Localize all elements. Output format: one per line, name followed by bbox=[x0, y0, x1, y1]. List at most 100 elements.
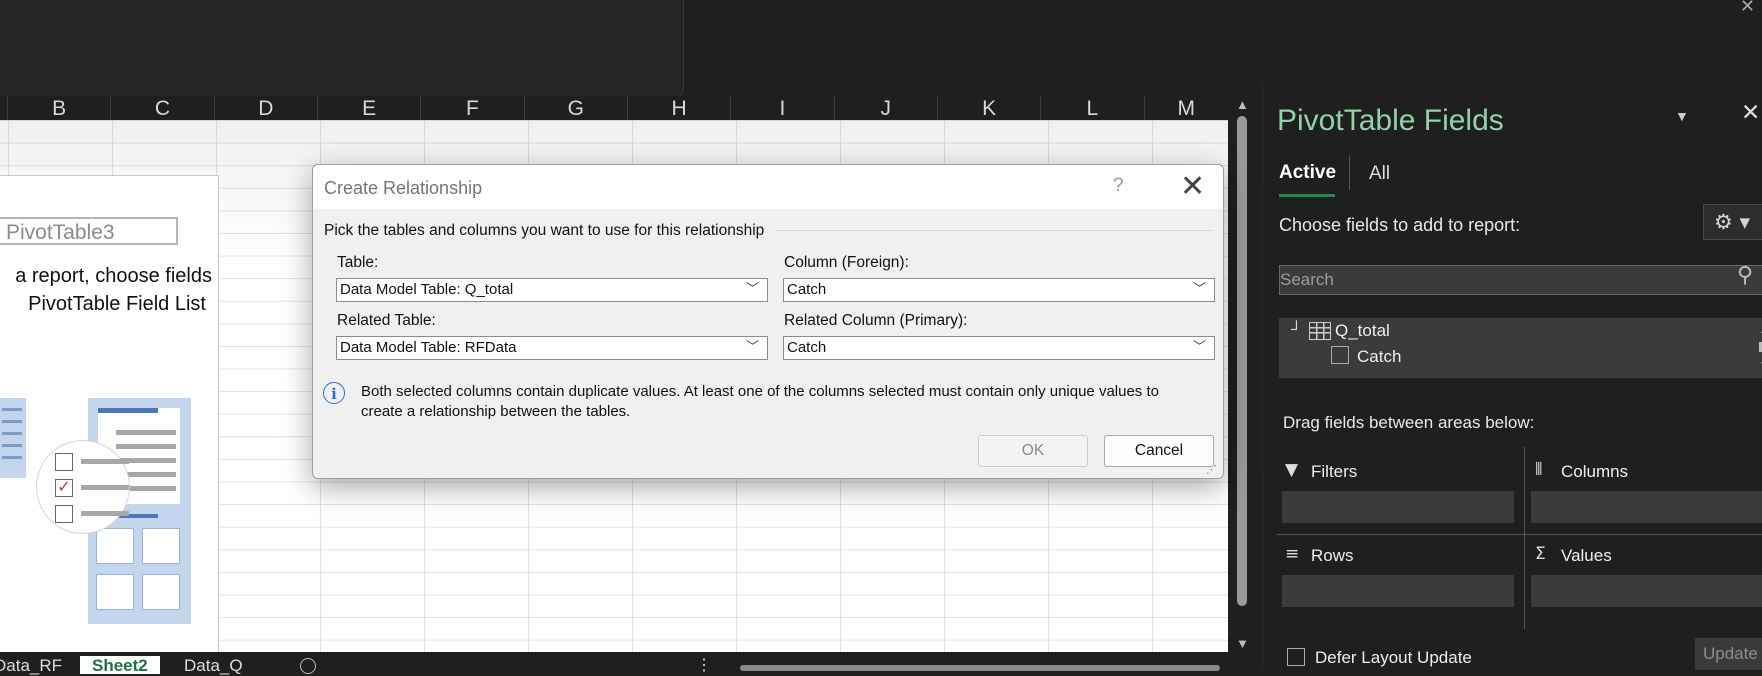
column-foreign-value: Catch bbox=[787, 281, 827, 298]
column-header-row: B C D E F G H I J K L M bbox=[0, 96, 1228, 120]
info-icon: i bbox=[323, 382, 345, 404]
illustration-line bbox=[2, 456, 22, 459]
tab-active[interactable]: Active bbox=[1279, 162, 1336, 184]
search-icon[interactable]: ⚲ bbox=[1737, 263, 1753, 288]
illustration-tile bbox=[142, 528, 180, 564]
cancel-button[interactable]: Cancel bbox=[1104, 435, 1214, 467]
table-select[interactable]: Data Model Table: Q_total ﹀ bbox=[336, 278, 768, 302]
illustration-tile bbox=[142, 574, 180, 610]
rows-area-label: Rows bbox=[1311, 546, 1354, 565]
scroll-up-icon[interactable]: ▲ bbox=[1236, 97, 1249, 112]
gear-icon[interactable]: ⚙ ▾ bbox=[1703, 204, 1762, 240]
illustration-line bbox=[2, 444, 22, 447]
column-header[interactable]: L bbox=[1041, 96, 1145, 120]
defer-layout-label: Defer Layout Update bbox=[1315, 648, 1472, 667]
related-table-value: Data Model Table: RFData bbox=[340, 339, 517, 356]
column-header[interactable]: M bbox=[1145, 96, 1228, 120]
active-tab-indicator bbox=[1279, 194, 1335, 197]
illustration-line bbox=[116, 444, 176, 449]
column-header[interactable]: E bbox=[318, 96, 422, 120]
add-sheet-icon[interactable] bbox=[300, 658, 316, 674]
filters-area-label: Filters bbox=[1311, 462, 1358, 481]
pivot-hint: PivotTable Field List bbox=[28, 293, 206, 315]
filters-drop-area[interactable] bbox=[1282, 491, 1514, 523]
column-header[interactable]: B bbox=[8, 96, 112, 120]
column-foreign-select[interactable]: Catch ﹀ bbox=[783, 278, 1215, 302]
ok-button[interactable]: OK bbox=[978, 435, 1088, 467]
close-icon[interactable]: ✕ bbox=[1741, 100, 1760, 126]
choose-fields-label: Choose fields to add to report: bbox=[1279, 215, 1521, 235]
filter-icon: ▼ bbox=[1285, 460, 1299, 480]
defer-layout-checkbox[interactable] bbox=[1287, 648, 1305, 666]
create-relationship-dialog: Create Relationship ? ✕ Pick the tables … bbox=[312, 164, 1224, 479]
illustration-line bbox=[2, 432, 22, 435]
close-icon[interactable]: ✕ bbox=[1740, 0, 1755, 17]
column-header[interactable]: F bbox=[421, 96, 525, 120]
related-table-select[interactable]: Data Model Table: RFData ﹀ bbox=[336, 336, 768, 360]
related-table-label: Related Table: bbox=[337, 312, 436, 329]
sheet-tab-data-rf[interactable]: Data_RF bbox=[0, 656, 62, 675]
table-label: Table: bbox=[337, 254, 379, 271]
field-name[interactable]: Catch bbox=[1357, 347, 1401, 367]
illustration-line bbox=[81, 485, 129, 490]
illustration-tile bbox=[96, 528, 134, 564]
divider bbox=[1277, 534, 1762, 535]
divider bbox=[1349, 156, 1350, 190]
column-header[interactable]: K bbox=[938, 96, 1042, 120]
dialog-message: Both selected columns contain duplicate … bbox=[361, 383, 1159, 420]
help-icon[interactable]: ? bbox=[1113, 175, 1124, 197]
horizontal-scrollbar[interactable] bbox=[740, 665, 1220, 671]
illustration-line bbox=[2, 408, 22, 411]
pane-options-icon[interactable]: ▼ bbox=[1675, 108, 1689, 124]
vertical-scrollbar-thumb[interactable] bbox=[1237, 116, 1247, 606]
pivot-hint: a report, choose fields bbox=[15, 265, 212, 287]
sheet-tab-sheet2[interactable]: Sheet2 bbox=[80, 656, 160, 675]
pane-title: PivotTable Fields bbox=[1277, 104, 1504, 137]
update-button[interactable]: Update bbox=[1695, 638, 1762, 670]
column-header[interactable]: D bbox=[215, 96, 318, 120]
chevron-down-icon: ﹀ bbox=[1192, 282, 1206, 297]
columns-drop-area[interactable] bbox=[1531, 491, 1762, 523]
column-header[interactable]: H bbox=[628, 96, 732, 120]
field-list: ┘ Q_total Catch ▲ ▼ bbox=[1279, 318, 1762, 378]
scroll-down-icon[interactable]: ▼ bbox=[1236, 636, 1249, 651]
close-icon[interactable]: ✕ bbox=[1180, 169, 1205, 204]
sheet-tab-data-q[interactable]: Data_Q bbox=[184, 656, 243, 675]
divider bbox=[1524, 447, 1525, 629]
table-name[interactable]: Q_total bbox=[1335, 321, 1390, 341]
sigma-icon: Σ bbox=[1535, 544, 1546, 564]
values-drop-area[interactable] bbox=[1531, 575, 1762, 607]
values-area-label: Values bbox=[1561, 546, 1612, 565]
column-header-a[interactable] bbox=[0, 96, 8, 120]
illustration-line bbox=[116, 430, 176, 435]
illustration-line bbox=[81, 459, 129, 464]
dialog-title: Create Relationship bbox=[324, 178, 483, 198]
pivot-illustration-left bbox=[0, 398, 26, 478]
more-options-icon[interactable]: ⋮ bbox=[696, 655, 712, 675]
column-header[interactable]: J bbox=[835, 96, 938, 120]
tab-all[interactable]: All bbox=[1369, 163, 1390, 185]
pivot-name-box: PivotTable3 bbox=[0, 217, 178, 245]
column-foreign-label: Column (Foreign): bbox=[784, 254, 909, 271]
column-header[interactable]: G bbox=[525, 96, 628, 120]
illustration-tile bbox=[96, 574, 134, 610]
table-icon bbox=[1309, 322, 1331, 340]
illustration-line bbox=[2, 420, 22, 423]
table-select-value: Data Model Table: Q_total bbox=[340, 281, 514, 298]
search-input[interactable]: Search bbox=[1279, 265, 1762, 295]
column-header[interactable]: I bbox=[731, 96, 835, 120]
field-checkbox[interactable] bbox=[1331, 346, 1349, 364]
chevron-down-icon: ﹀ bbox=[745, 340, 759, 355]
column-header[interactable]: C bbox=[111, 96, 215, 120]
columns-icon: ⦀ bbox=[1535, 460, 1543, 480]
tree-collapse-icon[interactable]: ┘ bbox=[1291, 321, 1302, 338]
rows-icon: ≡ bbox=[1285, 544, 1300, 564]
pivottable-fields-pane: PivotTable Fields ▼ ✕ Active All Choose … bbox=[1262, 82, 1762, 670]
resize-grip-icon[interactable]: ⋰ bbox=[1206, 463, 1217, 476]
related-column-select[interactable]: Catch ﹀ bbox=[783, 336, 1215, 360]
checkbox-icon bbox=[55, 453, 73, 471]
columns-area-label: Columns bbox=[1561, 462, 1629, 481]
illustration-circle: ✓ bbox=[36, 440, 130, 534]
rows-drop-area[interactable] bbox=[1282, 575, 1514, 607]
divider bbox=[775, 230, 1213, 231]
